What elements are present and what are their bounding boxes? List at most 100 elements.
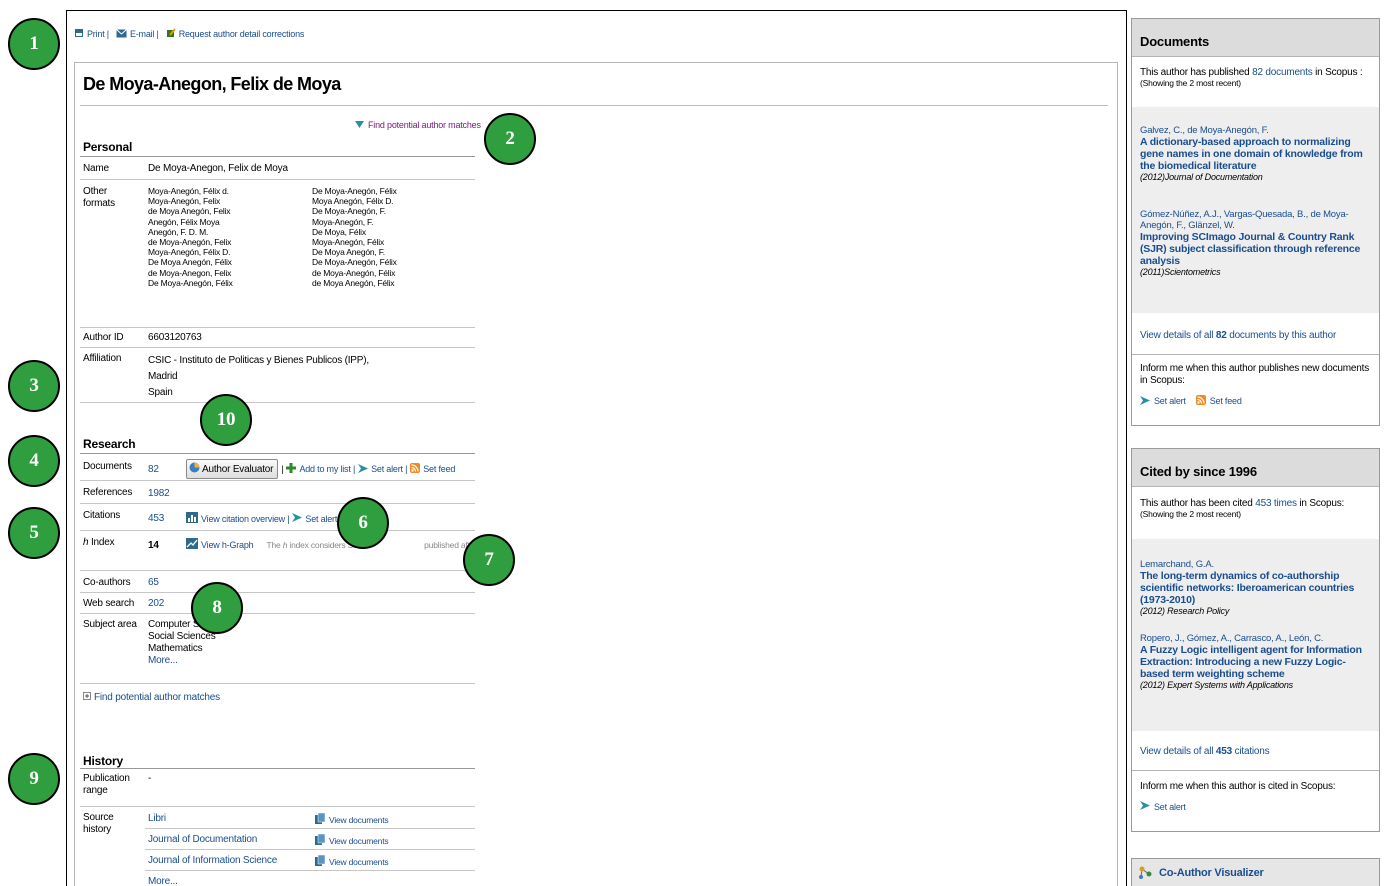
- set-feed-documents-link[interactable]: Set feed: [423, 464, 455, 474]
- web-search-count-link[interactable]: 202: [148, 598, 164, 609]
- view-documents-link[interactable]: View documents: [315, 833, 389, 847]
- row-divider: [80, 683, 475, 684]
- sources-more-link[interactable]: More...: [148, 876, 178, 886]
- citations-count-link[interactable]: 453: [148, 513, 164, 524]
- find-matches-link[interactable]: Find potential author matches: [83, 692, 220, 703]
- add-to-list-link[interactable]: Add to my list |: [299, 464, 355, 474]
- view-documents-link[interactable]: View documents: [315, 854, 389, 868]
- name-format-item: de Moya-Anegón, Félix: [312, 267, 396, 278]
- set-feed-link[interactable]: Set feed: [1210, 396, 1242, 406]
- find-matches-top-link[interactable]: Find potential author matches: [355, 120, 481, 130]
- coauthor-visualizer-panel[interactable]: Co-Author Visualizer: [1131, 858, 1380, 886]
- author-id-label: Author ID: [83, 332, 124, 343]
- alert-bell-icon[interactable]: [358, 463, 369, 475]
- name-format-item: de Moya Anegón, Felix: [148, 206, 231, 217]
- row-divider: [80, 327, 475, 328]
- author-id-value: 6603120763: [148, 332, 202, 343]
- view-h-graph-link[interactable]: View h-Graph: [201, 540, 254, 550]
- document-title-link[interactable]: Improving SCImago Journal & Country Rank…: [1140, 231, 1371, 267]
- citing-title-link[interactable]: The long-term dynamics of co-authorship …: [1140, 570, 1371, 606]
- set-alert-link[interactable]: Set alert: [1154, 802, 1186, 812]
- bar-chart-icon[interactable]: [186, 512, 198, 525]
- print-icon[interactable]: [74, 28, 84, 40]
- name-format-item: Anegón, F. D. M.: [148, 226, 209, 237]
- documents-count-link[interactable]: 82: [148, 464, 159, 475]
- request-corrections-link[interactable]: Request author detail corrections: [179, 29, 305, 39]
- author-evaluator-button[interactable]: Author Evaluator: [186, 459, 279, 479]
- formats-column-2: De Moya-Anegón, Félix Moya Anegón, Félix …: [312, 186, 397, 288]
- publication-range-label: Publication range: [83, 773, 130, 796]
- citations-actions: View citation overview | Set alert: [186, 512, 337, 525]
- row-divider: [80, 179, 475, 180]
- row-divider: [80, 402, 475, 403]
- name-label: Name: [83, 163, 109, 174]
- document-authors[interactable]: Gómez-Núñez, A.J., Vargas-Quesada, B., d…: [1140, 209, 1371, 231]
- documents-panel-title: Documents: [1132, 19, 1379, 57]
- alert-bell-icon[interactable]: [1140, 801, 1150, 812]
- affiliation-label: Affiliation: [83, 353, 122, 364]
- citing-source: (2012) Research Policy: [1140, 606, 1230, 616]
- citing-authors[interactable]: Lemarchand, G.A.: [1140, 559, 1371, 570]
- references-count-link[interactable]: 1982: [148, 488, 170, 499]
- citing-authors[interactable]: Ropero, J., Gómez, A., Carrasco, A., Leó…: [1140, 633, 1371, 644]
- set-alert-link[interactable]: Set alert: [1154, 396, 1186, 406]
- name-value: De Moya-Anegon, Felix de Moya: [148, 163, 288, 174]
- name-format-item: de Moya-Anegon, Felix: [148, 267, 232, 278]
- document-title-link[interactable]: A dictionary-based approach to normalizi…: [1140, 136, 1371, 172]
- documents-actions: Author Evaluator | Add to my list | Set …: [186, 459, 455, 479]
- cited-by-panel: Cited by since 1996 This author has been…: [1131, 448, 1380, 832]
- row-divider: [80, 592, 475, 593]
- documents-icon: [315, 854, 326, 868]
- name-format-item: Moya-Anegón, Félix: [312, 237, 384, 248]
- print-link[interactable]: Print |: [87, 29, 109, 39]
- marker-2: 2: [484, 113, 536, 165]
- source-item[interactable]: Journal of Documentation: [148, 834, 257, 845]
- citing-title-link[interactable]: A Fuzzy Logic intelligent agent for Info…: [1140, 644, 1371, 680]
- plus-icon[interactable]: [286, 463, 297, 475]
- source-item[interactable]: Journal of Information Science: [148, 855, 277, 866]
- alert-bell-icon[interactable]: [1140, 395, 1150, 407]
- marker-10: 10: [200, 394, 252, 446]
- citations-count-link[interactable]: 453 times: [1255, 498, 1297, 509]
- set-alert-documents-link[interactable]: Set alert |: [371, 464, 407, 474]
- documents-icon: [315, 812, 326, 826]
- view-documents-link[interactable]: View documents: [315, 812, 389, 826]
- view-all-documents-row: View details of all 82 documents by this…: [1132, 313, 1379, 355]
- coauthors-count-link[interactable]: 65: [148, 577, 159, 588]
- coauthor-visualizer-title[interactable]: Co-Author Visualizer: [1159, 867, 1264, 879]
- email-icon[interactable]: [116, 28, 127, 40]
- toolbar: Print | E-mail | Request author detail c…: [74, 28, 304, 40]
- documents-icon: [315, 833, 326, 847]
- view-citation-overview-link[interactable]: View citation overview |: [201, 514, 290, 524]
- source-item[interactable]: Libri: [148, 813, 166, 824]
- edit-icon[interactable]: [166, 28, 176, 40]
- alert-bell-icon[interactable]: [292, 513, 303, 524]
- email-link[interactable]: E-mail |: [130, 29, 159, 39]
- documents-alert-section: Inform me when this author publishes new…: [1132, 355, 1379, 407]
- view-all-documents-link[interactable]: View details of all 82 documents by this…: [1140, 330, 1336, 341]
- network-icon: [1138, 865, 1154, 882]
- name-format-item: De Moya Anegón, Félix: [148, 257, 232, 268]
- documents-count-link[interactable]: 82 documents: [1252, 67, 1313, 78]
- personal-divider: [80, 156, 475, 157]
- document-authors[interactable]: Galvez, C., de Moya-Anegón, F.: [1140, 125, 1371, 136]
- triangle-down-icon: [355, 120, 364, 130]
- name-format-item: Moya-Anegón, Félix D.: [148, 247, 231, 258]
- graph-icon[interactable]: [186, 538, 198, 551]
- research-divider: [80, 453, 475, 454]
- view-all-citations-link[interactable]: View details of all 453 citations: [1140, 746, 1270, 757]
- documents-intro: This author has published 82 documents i…: [1140, 67, 1363, 88]
- subjects-more-link[interactable]: More...: [148, 655, 216, 667]
- row-divider: [145, 828, 475, 829]
- recent-documents-list: Galvez, C., de Moya-Anegón, F. A diction…: [1132, 107, 1379, 313]
- row-divider: [80, 570, 475, 571]
- set-alert-citations-link[interactable]: Set alert: [305, 514, 337, 524]
- rss-icon[interactable]: [1195, 395, 1206, 407]
- name-format-item: De Moya-Anegón, Félix: [312, 186, 397, 196]
- coauthors-label: Co-authors: [83, 577, 131, 588]
- documents-alert-actions: Set alert Set feed: [1140, 395, 1371, 407]
- rss-icon[interactable]: [410, 463, 421, 475]
- marker-8: 8: [191, 582, 243, 634]
- subject-area-label: Subject area: [83, 619, 137, 630]
- row-divider: [80, 530, 475, 531]
